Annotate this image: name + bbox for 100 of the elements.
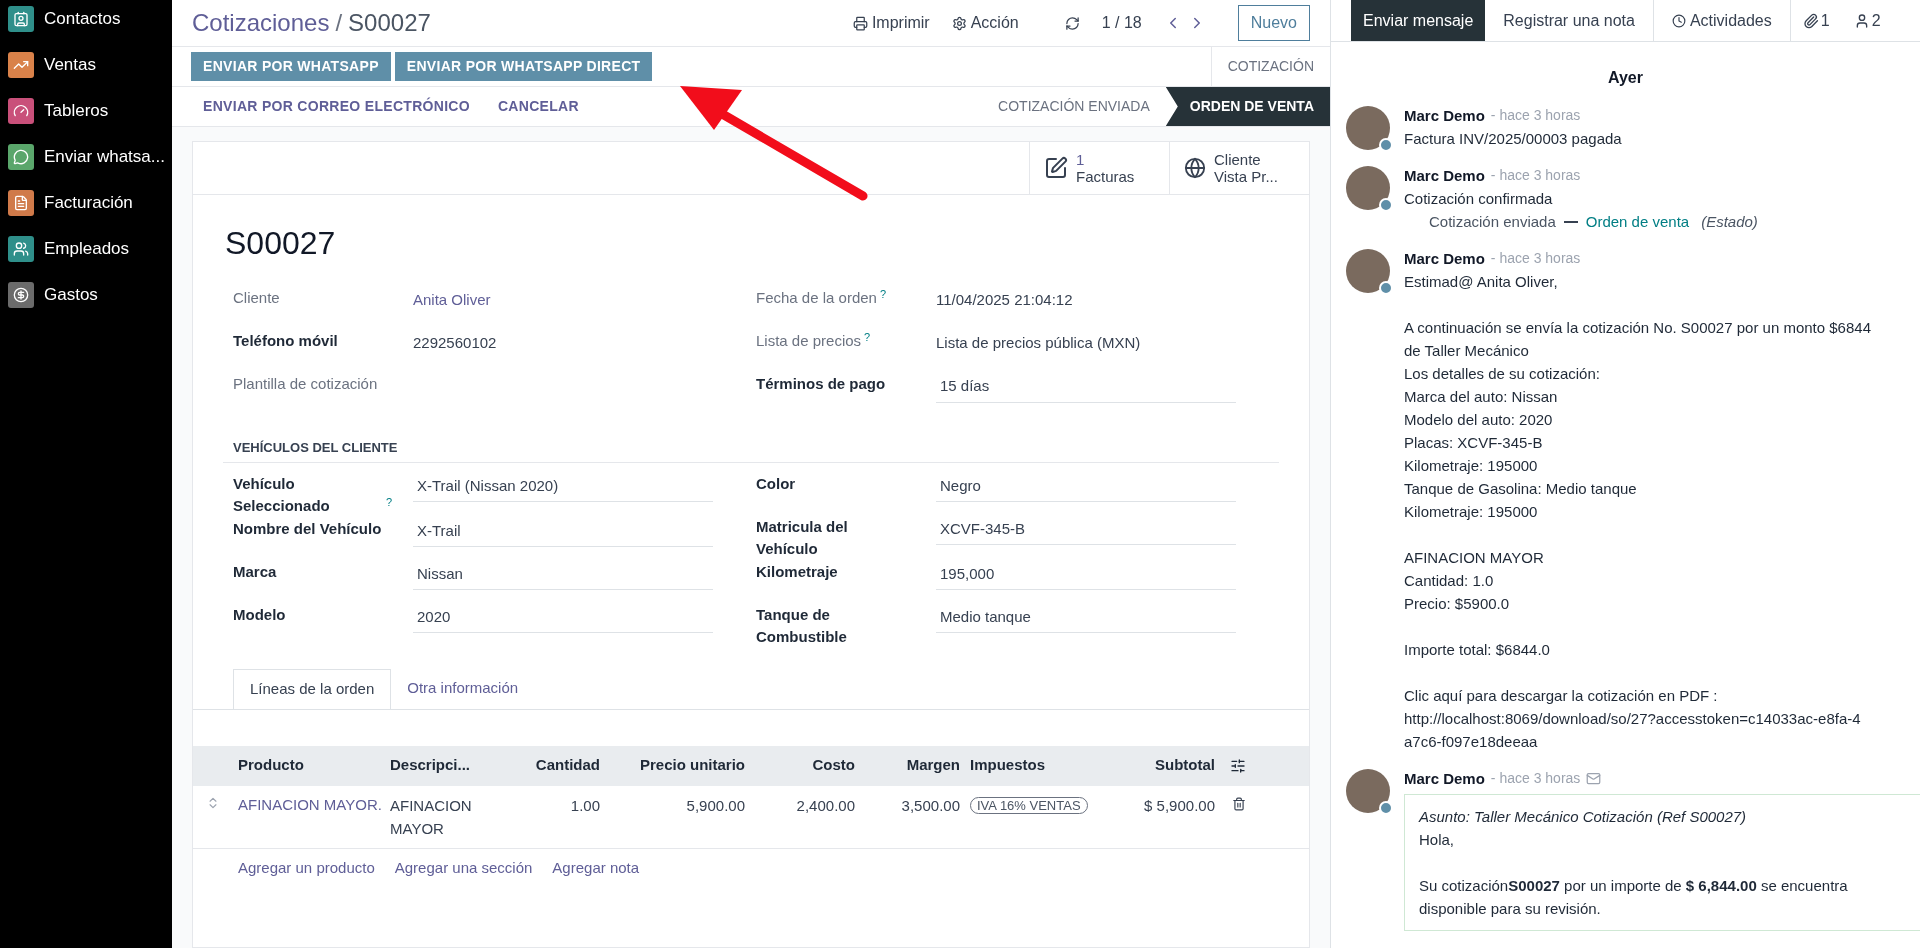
- sidebar-item[interactable]: Contactos: [0, 0, 172, 37]
- column-header[interactable]: Impuestos: [965, 754, 1110, 777]
- help-mark[interactable]: ?: [386, 495, 393, 508]
- field-value: 2292560102: [413, 333, 497, 353]
- chatter-tab[interactable]: Registrar una nota: [1485, 0, 1653, 41]
- action-button[interactable]: CANCELAR: [485, 92, 591, 121]
- add-line-link[interactable]: Agregar un producto: [238, 856, 375, 879]
- field-label: Cliente: [233, 288, 280, 308]
- tracking-new-value: Orden de venta: [1585, 212, 1690, 232]
- table-cell-text: $ 5,900.00: [1143, 795, 1216, 816]
- field-label: Términos de pago: [756, 374, 886, 394]
- input-field[interactable]: X-Trail (Nissan 2020): [413, 472, 713, 502]
- message-text: Estimad@ Anita Oliver,: [1404, 272, 1559, 292]
- sidebar-item[interactable]: Facturación: [0, 184, 172, 221]
- column-header[interactable]: Descripci...: [385, 754, 505, 777]
- message-time: - hace 3 horas: [1490, 249, 1581, 268]
- field-label: Teléfono móvil: [233, 331, 338, 351]
- column-header[interactable]: Margen: [860, 754, 965, 777]
- field-label: Color: [756, 473, 796, 494]
- chatter-tab[interactable]: Enviar mensaje: [1351, 0, 1486, 41]
- tracking-old-value: Cotización enviada: [1429, 212, 1556, 232]
- table-cell-text: AFINACION MAYOR: [389, 795, 473, 839]
- author-name[interactable]: Marc Demo: [1404, 164, 1485, 187]
- message-text: http://localhost:8069/download/so/27?accesstoken=c14033ac-e8fa-4: [1404, 709, 1862, 729]
- action-button[interactable]: ENVIAR POR CORREO ELECTRÓNICO: [191, 92, 482, 121]
- input-field[interactable]: XCVF-345-B: [936, 515, 1236, 545]
- column-settings-icon[interactable]: [1230, 757, 1246, 774]
- form-tab[interactable]: Líneas de la orden: [233, 668, 392, 709]
- online-status-icon: [1379, 198, 1393, 212]
- date-separator: Ayer: [1608, 68, 1643, 88]
- input-field[interactable]: 15 días: [936, 373, 1236, 403]
- smart-button[interactable]: Cliente Vista Pr...: [1169, 142, 1309, 194]
- clock-icon: [1671, 13, 1686, 28]
- table-cell-text: 2,400.00: [795, 795, 856, 816]
- field-label: Matricula del Vehículo: [756, 516, 849, 559]
- column-header[interactable]: Subtotal: [1110, 754, 1220, 777]
- table-cell-text: 1.00: [569, 795, 601, 816]
- refresh-icon[interactable]: [1064, 15, 1080, 31]
- message-text: Cotización confirmada: [1404, 189, 1554, 209]
- add-line-link[interactable]: Agregar una sección: [394, 856, 533, 879]
- status-step[interactable]: COTIZACIÓN ENVIADA: [982, 87, 1166, 126]
- message-text: Cantidad: 1.0: [1404, 571, 1495, 591]
- message-text: AFINACION MAYOR: [1404, 548, 1545, 568]
- column-header[interactable]: Producto: [233, 754, 385, 777]
- chatter-tab[interactable]: Actividades: [1652, 0, 1791, 41]
- message-text: Hola,: [1419, 830, 1456, 850]
- action-button[interactable]: Acción: [951, 11, 1019, 35]
- input-field[interactable]: 2020: [413, 603, 713, 633]
- edit-icon: [1044, 156, 1068, 180]
- action-button[interactable]: ENVIAR POR WHATSAPP: [191, 52, 391, 81]
- sidebar-item[interactable]: Ventas: [0, 46, 172, 83]
- product-link[interactable]: AFINACION MAYOR.: [238, 795, 382, 813]
- breadcrumb-link[interactable]: Cotizaciones: [192, 5, 330, 41]
- author-name[interactable]: Marc Demo: [1404, 104, 1485, 127]
- table-cell-text: 3,500.00: [900, 795, 961, 816]
- field-value: 11/04/2025 21:04:12: [936, 290, 1073, 310]
- field-label: Plantilla de cotización: [233, 374, 378, 394]
- message-text: A continuación se envía la cotización No. S00027 por un monto $6844: [1404, 318, 1872, 338]
- message-text: Importe total: $6844.0: [1404, 640, 1551, 660]
- message-text: Precio: $5900.0: [1404, 594, 1511, 614]
- author-name[interactable]: Marc Demo: [1404, 767, 1485, 790]
- sidebar-item[interactable]: Tableros: [0, 92, 172, 129]
- action-button[interactable]: ENVIAR POR WHATSAPP DIRECT: [394, 52, 653, 81]
- input-field[interactable]: 195,000: [936, 560, 1236, 590]
- sidebar-item[interactable]: Gastos: [0, 276, 172, 313]
- email-subject: Asunto: Taller Mecánico Cotización (Ref S00027): [1419, 807, 1748, 827]
- column-header[interactable]: Precio unitario: [605, 754, 750, 777]
- sidebar-item[interactable]: Empleados: [0, 230, 172, 267]
- tracking-field: (Estado): [1701, 210, 1758, 233]
- status-step[interactable]: ORDEN DE VENTA: [1165, 87, 1330, 126]
- form-tab[interactable]: Otra información: [391, 668, 535, 709]
- input-field[interactable]: Negro: [936, 472, 1236, 502]
- add-line-link[interactable]: Agregar nota: [552, 856, 640, 879]
- followers-button[interactable]: 2: [1841, 0, 1893, 41]
- column-header[interactable]: Costo: [750, 754, 860, 777]
- customer-link[interactable]: Anita Oliver: [413, 287, 491, 312]
- smart-button[interactable]: 1 Facturas: [1029, 142, 1169, 194]
- input-field[interactable]: Nissan: [413, 560, 713, 590]
- help-mark[interactable]: ?: [879, 287, 887, 300]
- message-text: Los detalles de su cotización:: [1404, 364, 1601, 384]
- message-text: Tanque de Gasolina: Medio tanque: [1404, 479, 1638, 499]
- online-status-icon: [1379, 801, 1393, 815]
- input-field[interactable]: Medio tanque: [936, 603, 1236, 633]
- help-mark[interactable]: ?: [864, 330, 871, 343]
- field-label: Fecha de la orden: [756, 288, 877, 308]
- paperclip-icon: [1802, 12, 1819, 29]
- field-label: Tanque de Combustible: [756, 604, 848, 647]
- record-title: S00027: [348, 8, 431, 38]
- print-button[interactable]: Imprimir: [852, 11, 930, 35]
- message-text: Kilometraje: 195000: [1404, 502, 1539, 522]
- message-text: Factura INV/2025/00003 pagada: [1404, 129, 1623, 149]
- pager-text: 1 / 18: [1101, 13, 1142, 33]
- attachments-button[interactable]: 1: [1790, 0, 1842, 41]
- new-button[interactable]: Nuevo: [1237, 5, 1310, 41]
- delete-icon[interactable]: [1232, 796, 1246, 811]
- input-field[interactable]: X-Trail: [413, 517, 713, 547]
- sidebar-item[interactable]: Enviar whatsa...: [0, 138, 172, 175]
- author-name[interactable]: Marc Demo: [1404, 247, 1485, 270]
- column-header[interactable]: Cantidad: [505, 754, 605, 777]
- message-text: de Taller Mecánico: [1404, 341, 1530, 361]
